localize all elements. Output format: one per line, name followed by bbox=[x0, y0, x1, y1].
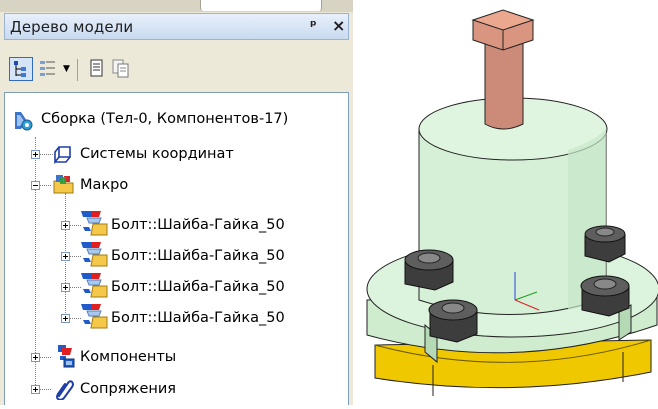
expand-icon[interactable] bbox=[61, 221, 70, 230]
assembly-icon bbox=[15, 112, 33, 131]
document-tab-edge[interactable] bbox=[200, 0, 322, 11]
document-button[interactable] bbox=[86, 57, 110, 81]
bolt-nut-icon bbox=[428, 299, 478, 343]
tree-toolbar: ▼ bbox=[4, 42, 349, 88]
expand-icon[interactable] bbox=[31, 353, 40, 362]
pin-icon[interactable]: ᵖ bbox=[310, 18, 317, 34]
tree-item-label: Системы координат bbox=[80, 146, 234, 162]
tree-item-label: Болт::Шайба-Гайка_50 bbox=[111, 279, 285, 295]
expand-icon[interactable] bbox=[31, 150, 40, 159]
bolt-component-icon bbox=[81, 242, 108, 267]
paperclip-icon bbox=[56, 380, 74, 400]
tree-item-bolt[interactable]: Болт::Шайба-Гайка_50 bbox=[5, 273, 348, 299]
assembly-3d-model bbox=[366, 9, 658, 396]
tree-structure-icon bbox=[14, 61, 26, 77]
tree-item-components[interactable]: Компоненты bbox=[5, 345, 348, 369]
tree-root-row[interactable]: Сборка (Тел-0, Компонентов-17) bbox=[5, 107, 348, 131]
panel-top-strip bbox=[0, 0, 353, 12]
tree-root-label: Сборка (Тел-0, Компонентов-17) bbox=[41, 111, 289, 127]
tree-structure-button[interactable] bbox=[9, 57, 33, 81]
view-options-icon bbox=[40, 61, 55, 76]
tree-item-label: Сопряжения bbox=[80, 381, 177, 397]
bolt-component-icon bbox=[81, 211, 108, 236]
view-options-button[interactable] bbox=[37, 57, 61, 81]
expand-icon[interactable] bbox=[61, 283, 70, 292]
tree-item-bolt[interactable]: Болт::Шайба-Гайка_50 bbox=[5, 304, 348, 330]
expand-icon[interactable] bbox=[61, 314, 70, 323]
coordinate-system-icon bbox=[54, 146, 71, 164]
model-tree: Сборка (Тел-0, Компонентов-17) Системы к… bbox=[4, 92, 349, 405]
panel-titlebar: Дерево модели ᵖ × bbox=[4, 13, 349, 40]
toolbar-separator bbox=[77, 59, 78, 81]
model-viewport[interactable] bbox=[353, 0, 658, 405]
document-icon bbox=[90, 59, 103, 77]
copy-document-button[interactable] bbox=[110, 57, 134, 81]
expand-icon[interactable] bbox=[61, 252, 70, 261]
tree-item-label: Болт::Шайба-Гайка_50 bbox=[111, 248, 285, 264]
view-options-dropdown-icon[interactable]: ▼ bbox=[63, 64, 70, 74]
tree-item-coordinate-systems[interactable]: Системы координат bbox=[5, 142, 348, 166]
bolt-nut-icon bbox=[404, 249, 454, 291]
close-icon[interactable]: × bbox=[332, 16, 345, 35]
tree-item-mates[interactable]: Сопряжения bbox=[5, 377, 348, 401]
collapse-icon[interactable] bbox=[31, 181, 40, 190]
tree-item-label: Компоненты bbox=[80, 349, 177, 365]
model-tree-panel: Дерево модели ᵖ × ▼ Сборка (Тел-0, Компо… bbox=[0, 0, 353, 405]
components-icon bbox=[58, 345, 75, 368]
expand-icon[interactable] bbox=[31, 385, 40, 394]
tree-item-macro[interactable]: Макро bbox=[5, 173, 348, 197]
bolt-component-icon bbox=[81, 273, 108, 298]
bolt-component-icon bbox=[81, 304, 108, 329]
tree-item-bolt[interactable]: Болт::Шайба-Гайка_50 bbox=[5, 242, 348, 268]
panel-title: Дерево модели bbox=[10, 18, 134, 36]
tree-item-bolt[interactable]: Болт::Шайба-Гайка_50 bbox=[5, 211, 348, 237]
bolt-nut-icon bbox=[584, 225, 626, 263]
tree-item-label: Макро bbox=[80, 177, 129, 193]
tree-item-label: Болт::Шайба-Гайка_50 bbox=[111, 310, 285, 326]
tree-item-label: Болт::Шайба-Гайка_50 bbox=[111, 217, 285, 233]
macro-folder-icon bbox=[53, 175, 74, 194]
bolt-nut-icon bbox=[580, 275, 630, 317]
copy-document-icon bbox=[112, 59, 129, 78]
